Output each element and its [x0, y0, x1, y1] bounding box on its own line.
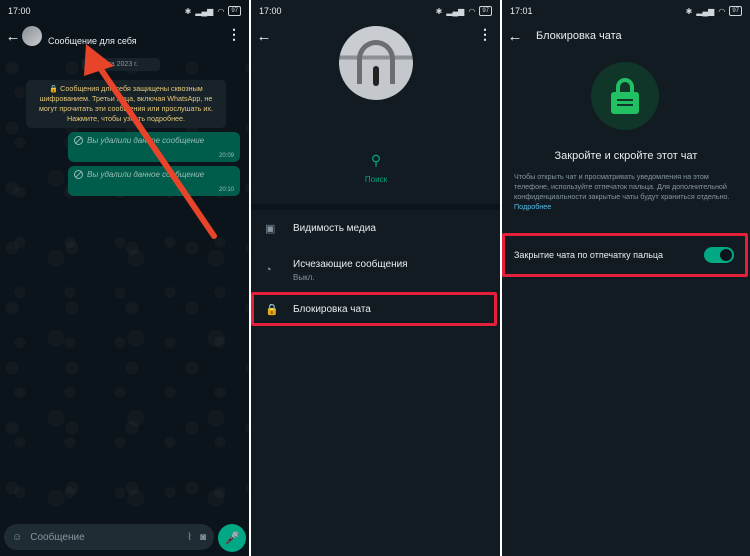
- wifi-icon: ◠: [468, 6, 476, 16]
- signal-icon: ▂▄▆: [696, 6, 715, 16]
- message-text: Вы удалили данное сообщение: [87, 170, 205, 179]
- attach-icon[interactable]: ⌇: [187, 532, 192, 543]
- bluetooth-icon: ✱: [685, 6, 693, 16]
- status-time: 17:01: [510, 6, 533, 16]
- search-label: Поиск: [364, 175, 388, 184]
- back-arrow-icon[interactable]: ←: [251, 28, 277, 45]
- contact-info-screen: 17:00 ✱ ▂▄▆ ◠ 97 ← ⋮ ⚲ Поиск ▣ Видимость ме…: [251, 0, 500, 556]
- encryption-notice[interactable]: 🔒 Сообщения для себя защищены сквозным ш…: [26, 80, 226, 128]
- search-button[interactable]: ⚲ Поиск: [351, 152, 401, 184]
- lock-illustration-icon: [591, 62, 659, 130]
- wifi-icon: ◠: [718, 6, 726, 16]
- status-time: 17:00: [259, 6, 282, 16]
- deleted-icon: [74, 136, 83, 145]
- page-title: Блокировка чата: [536, 30, 622, 42]
- more-options-icon[interactable]: ⋮: [478, 26, 492, 43]
- chat-lock-screen: 17:01 ✱ ▂▄▆ ◠ 97 ← Блокировка чата Закройте…: [502, 0, 750, 556]
- learn-more-link[interactable]: Подробнее: [514, 202, 551, 211]
- screenshot-stage: 17:00 ✱ ▂▄▆ ◠ 97 ← Сообщение для себя ⋮ ста…: [0, 0, 750, 556]
- emoji-icon[interactable]: ☺: [12, 532, 22, 543]
- message-text: Вы удалили данное сообщение: [87, 136, 205, 145]
- section-divider: [251, 204, 500, 210]
- deleted-icon: [74, 170, 83, 179]
- signal-icon: ▂▄▆: [446, 6, 465, 16]
- message-composer[interactable]: ☺ Сообщение ⌇ ◙: [4, 524, 214, 550]
- chat-title[interactable]: Сообщение для себя: [48, 36, 137, 46]
- message-time: 20:09: [218, 153, 234, 159]
- battery-indicator: 97: [479, 6, 492, 16]
- disappearing-messages-row[interactable]: ◔ Исчезающие сообщения Выкл.: [251, 252, 500, 288]
- status-time: 17:00: [8, 6, 31, 16]
- camera-icon[interactable]: ◙: [200, 532, 206, 543]
- avatar[interactable]: [22, 26, 42, 46]
- media-visibility-row[interactable]: ▣ Видимость медиа: [251, 214, 500, 242]
- message-bubble[interactable]: Вы удалили данное сообщение 20:09: [68, 132, 240, 162]
- highlight-box: [251, 292, 497, 326]
- status-bar: 17:01 ✱ ▂▄▆ ◠ 97: [502, 0, 750, 22]
- profile-photo[interactable]: [339, 26, 413, 100]
- battery-indicator: 97: [228, 6, 241, 16]
- mic-icon: 🎤: [224, 531, 240, 545]
- chat-header: ← Сообщение для себя ⋮: [0, 22, 249, 50]
- wifi-icon: ◠: [217, 6, 225, 16]
- chat-lock-header: ← Блокировка чата: [502, 22, 750, 50]
- image-icon: ▣: [265, 222, 276, 235]
- mic-button[interactable]: 🎤: [218, 524, 246, 552]
- timer-icon: ◔: [265, 264, 272, 276]
- signal-icon: ▂▄▆: [195, 6, 214, 16]
- message-bubble[interactable]: Вы удалили данное сообщение 20:10: [68, 166, 240, 196]
- back-arrow-icon[interactable]: ←: [502, 28, 528, 45]
- row-label: Исчезающие сообщения: [293, 258, 408, 270]
- message-input[interactable]: Сообщение: [30, 532, 179, 543]
- status-bar: 17:00 ✱ ▂▄▆ ◠ 97: [251, 0, 500, 22]
- row-label: Видимость медиа: [293, 222, 376, 234]
- date-chip: ста 2023 г.: [82, 58, 160, 71]
- bluetooth-icon: ✱: [184, 6, 192, 16]
- status-bar: 17:00 ✱ ▂▄▆ ◠ 97: [0, 0, 249, 22]
- message-time: 20:10: [218, 187, 234, 193]
- lock-description: Чтобы открыть чат и просматривать уведом…: [514, 172, 730, 211]
- highlight-box: [502, 233, 748, 277]
- more-options-icon[interactable]: ⋮: [227, 26, 241, 43]
- battery-indicator: 97: [729, 6, 742, 16]
- row-sublabel: Выкл.: [293, 272, 315, 282]
- lock-heading: Закройте и скройте этот чат: [554, 150, 698, 162]
- bluetooth-icon: ✱: [435, 6, 443, 16]
- search-icon: ⚲: [370, 152, 382, 168]
- chat-screen: 17:00 ✱ ▂▄▆ ◠ 97 ← Сообщение для себя ⋮ ста…: [0, 0, 249, 556]
